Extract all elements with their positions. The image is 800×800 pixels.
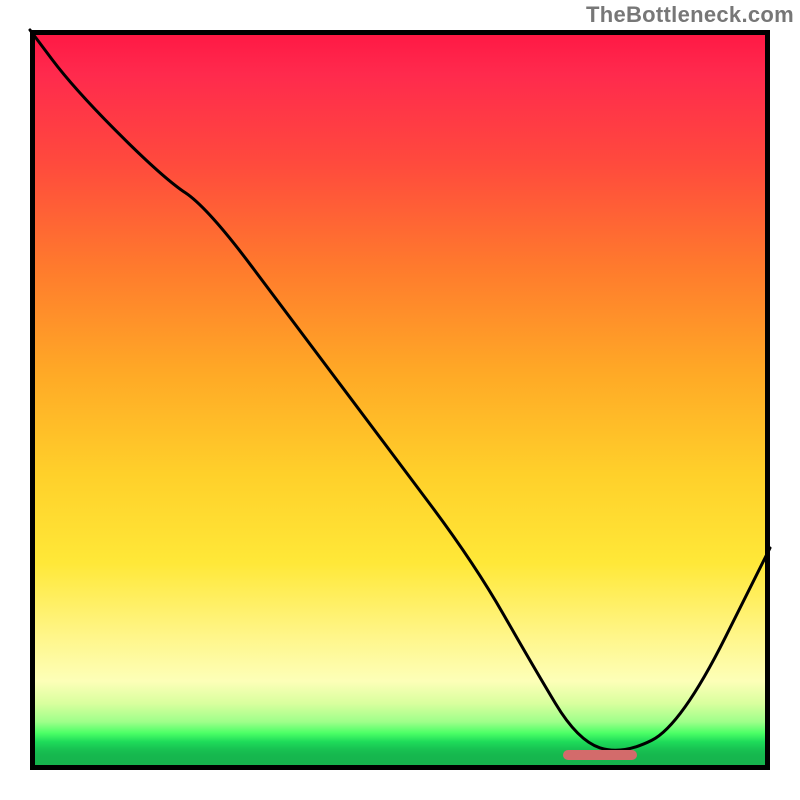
- bottleneck-curve: [30, 30, 770, 770]
- optimal-range-marker: [563, 750, 637, 760]
- watermark-text: TheBottleneck.com: [586, 2, 794, 28]
- plot-area: [30, 30, 770, 770]
- chart-container: TheBottleneck.com: [0, 0, 800, 800]
